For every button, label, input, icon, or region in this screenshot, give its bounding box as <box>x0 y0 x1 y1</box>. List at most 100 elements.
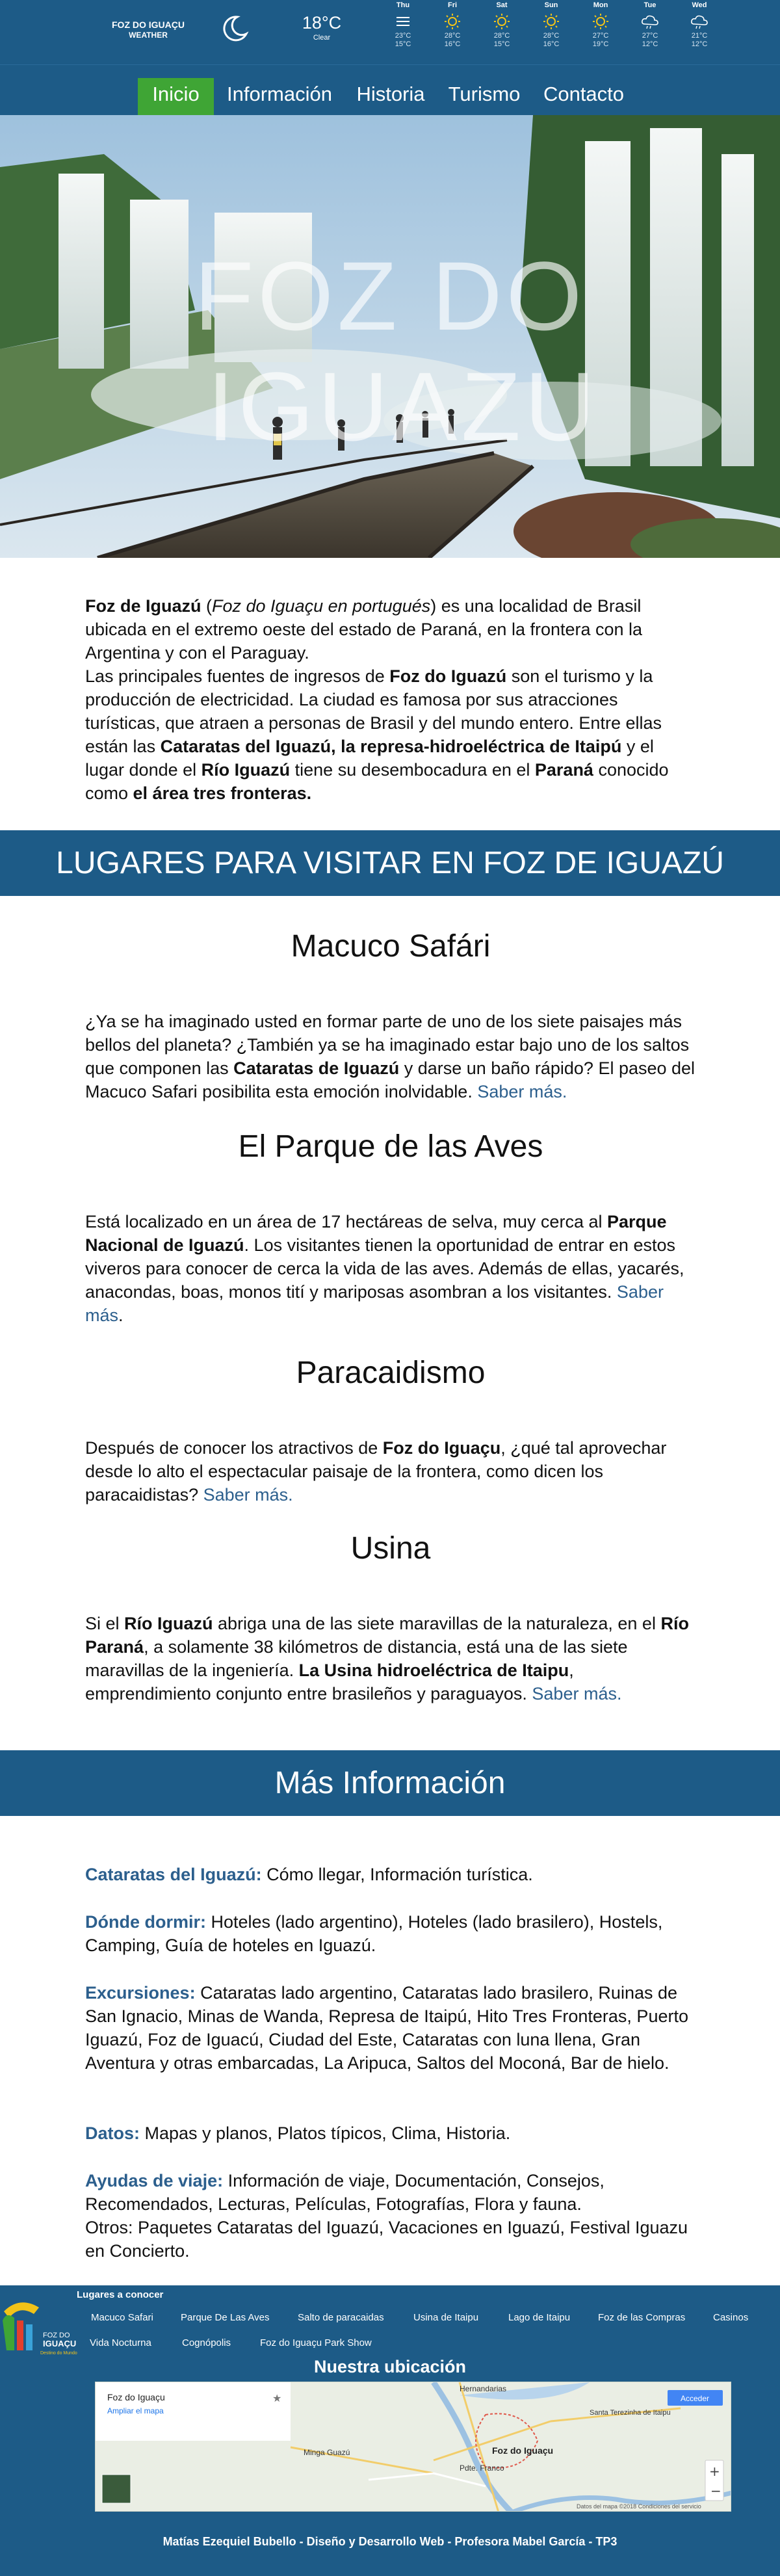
weather-location-name: FOZ DO IGUAÇU <box>112 20 185 30</box>
forecast-low: 19°C <box>592 40 609 48</box>
info-label[interactable]: Ayudas de viaje: <box>85 2171 223 2190</box>
footer-link-park-show[interactable]: Foz do Iguaçu Park Show <box>260 2337 372 2348</box>
info-label[interactable]: Cataratas del Iguazú: <box>85 1865 262 1884</box>
hero-image: FOZ DO IGUAZU <box>0 115 780 558</box>
intro-paragraph-2: Las principales fuentes de ingresos de F… <box>85 664 695 805</box>
forecast-high: 28°C <box>444 32 461 40</box>
forecast-day: Sat 28°C 15°C <box>482 0 521 49</box>
place-bold: Foz do Iguaçu <box>382 1438 501 1458</box>
zoom-in-icon[interactable]: + <box>709 2464 720 2479</box>
map-enlarge-link[interactable]: Ampliar el mapa <box>107 2406 164 2415</box>
place-parque-aves: El Parque de las Aves Está localizado en… <box>85 1129 696 1327</box>
forecast-day-name: Fri <box>447 1 458 9</box>
svg-text:Destino do Mundo: Destino do Mundo <box>40 2351 77 2356</box>
place-bold: Cataratas de Iguazú <box>233 1058 400 1078</box>
info-label[interactable]: Datos: <box>85 2123 140 2143</box>
place-usina: Usina Si el Río Iguazú abriga una de las… <box>85 1531 696 1705</box>
intro-text: tiene su desembocadura en el <box>290 760 535 780</box>
place-title: El Parque de las Aves <box>238 1129 543 1164</box>
forecast-high: 28°C <box>493 32 510 40</box>
weather-location: FOZ DO IGUAÇU WEATHER <box>103 20 194 40</box>
forecast-high: 21°C <box>691 32 708 40</box>
hero-title-line2: IGUAZU <box>207 352 599 461</box>
forecast-day: Fri 28°C 16°C <box>433 0 472 49</box>
forecast-high: 28°C <box>543 32 560 40</box>
forecast-low: 15°C <box>493 40 510 48</box>
location-title: Nuestra ubicación <box>313 2357 467 2376</box>
forecast-low: 16°C <box>543 40 560 48</box>
forecast-day-name: Mon <box>593 1 608 9</box>
forecast-day-name: Sat <box>496 1 508 9</box>
footer-link-paracaidas[interactable]: Salto de paracaidas <box>298 2312 384 2323</box>
info-row: Cataratas del Iguazú: Cómo llegar, Infor… <box>85 1863 696 1886</box>
footer-link-vida-nocturna[interactable]: Vida Nocturna <box>90 2337 151 2348</box>
location-map[interactable]: Foz do Iguaçu Ampliar el mapa ★ Acceder … <box>95 2382 731 2512</box>
map-sign-in[interactable]: Acceder <box>681 2394 709 2403</box>
forecast-day-name: Thu <box>396 1 410 9</box>
intro-bold: Cataratas del Iguazú, la represa-hidroel… <box>160 737 622 756</box>
place-description: Si el Río Iguazú abriga una de las siete… <box>85 1612 696 1705</box>
forecast-day: Wed 21°C 12°C <box>680 0 719 49</box>
info-row: Otros: Paquetes Cataratas del Iguazú, Va… <box>85 2216 696 2263</box>
hero-banner: FOZ DO IGUAZU <box>0 115 780 558</box>
nav-item-inicio[interactable]: Inicio <box>138 78 214 116</box>
places-section: Macuco Safári ¿Ya se ha imaginado usted … <box>0 896 780 1750</box>
forecast-low: 16°C <box>444 40 461 48</box>
nav-item-turismo[interactable]: Turismo <box>443 78 525 116</box>
forecast-day-name: Sun <box>544 1 558 9</box>
place-text: Después de conocer los atractivos de <box>85 1438 383 1458</box>
intro-bold: Foz do Iguazú <box>389 666 507 686</box>
more-info-section: Cataratas del Iguazú: Cómo llegar, Infor… <box>0 1816 780 2285</box>
star-icon[interactable]: ★ <box>272 2392 281 2404</box>
forecast-day-name: Tue <box>644 1 656 9</box>
info-text: Cómo llegar, Información turística. <box>261 1865 533 1884</box>
moon-icon <box>223 16 249 42</box>
info-row: Dónde dormir: Hoteles (lado argentino), … <box>85 1910 696 1957</box>
map-label: Santa Terezinha de Itaipu <box>590 2409 671 2417</box>
forecast-day: Thu 23°C 15°C <box>384 0 422 49</box>
map-label: Hernandarias <box>460 2384 506 2393</box>
nav-item-informacion[interactable]: Información <box>221 78 338 116</box>
current-temp: 18°C <box>302 13 342 33</box>
footer-link-macuco[interactable]: Macuco Safari <box>91 2312 153 2323</box>
saber-mas-link[interactable]: Saber más. <box>477 1082 567 1101</box>
nav-item-contacto[interactable]: Contacto <box>537 78 630 116</box>
footer-link-aves[interactable]: Parque De Las Aves <box>181 2312 269 2323</box>
forecast-day: Sun 28°C 16°C <box>532 0 571 49</box>
saber-mas-link[interactable]: Saber más. <box>203 1485 293 1505</box>
intro-section: Foz de Iguazú (Foz do Iguaçu en portugué… <box>0 558 780 830</box>
intro-bold: el área tres fronteras. <box>133 783 312 803</box>
zoom-out-icon[interactable]: − <box>710 2483 722 2499</box>
footer-link-lago[interactable]: Lago de Itaipu <box>508 2312 570 2323</box>
menu-icon <box>396 17 410 26</box>
place-bold: La Usina hidroeléctrica de Itaipu <box>298 1661 569 1680</box>
forecast-high: 27°C <box>642 32 658 40</box>
sun-icon <box>593 14 608 29</box>
nav-item-historia[interactable]: Historia <box>348 78 433 116</box>
saber-mas-link[interactable]: Saber más. <box>532 1684 621 1703</box>
footer-link-itaipu[interactable]: Usina de Itaipu <box>413 2312 478 2323</box>
forecast-low: 12°C <box>642 40 658 48</box>
cloud-rain-icon <box>642 15 658 29</box>
info-label[interactable]: Excursiones: <box>85 1983 196 2003</box>
place-description: ¿Ya se ha imaginado usted en formar part… <box>85 1010 696 1103</box>
map-attribution: Datos del mapa ©2018 Condiciones del ser… <box>577 2503 701 2510</box>
intro-paragraph-1: Foz de Iguazú (Foz do Iguaçu en portugué… <box>85 594 695 664</box>
footer-link-cognopolis[interactable]: Cognópolis <box>182 2337 231 2348</box>
sun-icon <box>445 14 460 29</box>
map-canvas[interactable]: Foz do Iguaçu Ampliar el mapa ★ Acceder … <box>96 2382 731 2512</box>
footer-heading: Lugares a conocer <box>77 2289 164 2300</box>
weather-widget: FOZ DO IGUAÇU WEATHER 18°C Clear Thu 23°C… <box>0 0 780 64</box>
footer-link-compras[interactable]: Foz de las Compras <box>598 2312 685 2323</box>
map-place-name: Foz do Iguaçu <box>107 2392 165 2402</box>
footer-link-casinos[interactable]: Casinos <box>713 2312 748 2323</box>
main-nav: Inicio Información Historia Turismo Cont… <box>0 64 780 116</box>
info-label[interactable]: Dónde dormir: <box>85 1912 206 1932</box>
map-satellite-toggle[interactable] <box>101 2474 131 2504</box>
map-label: Pdte. Franco <box>460 2464 504 2473</box>
place-title: Usina <box>350 1531 431 1566</box>
intro-text: Las principales fuentes de ingresos de <box>85 666 390 686</box>
sun-icon <box>494 14 510 29</box>
footer-credit: Matías Ezequiel Bubello - Diseño y Desar… <box>162 2535 618 2548</box>
place-title: Paracaidismo <box>296 1356 486 1390</box>
